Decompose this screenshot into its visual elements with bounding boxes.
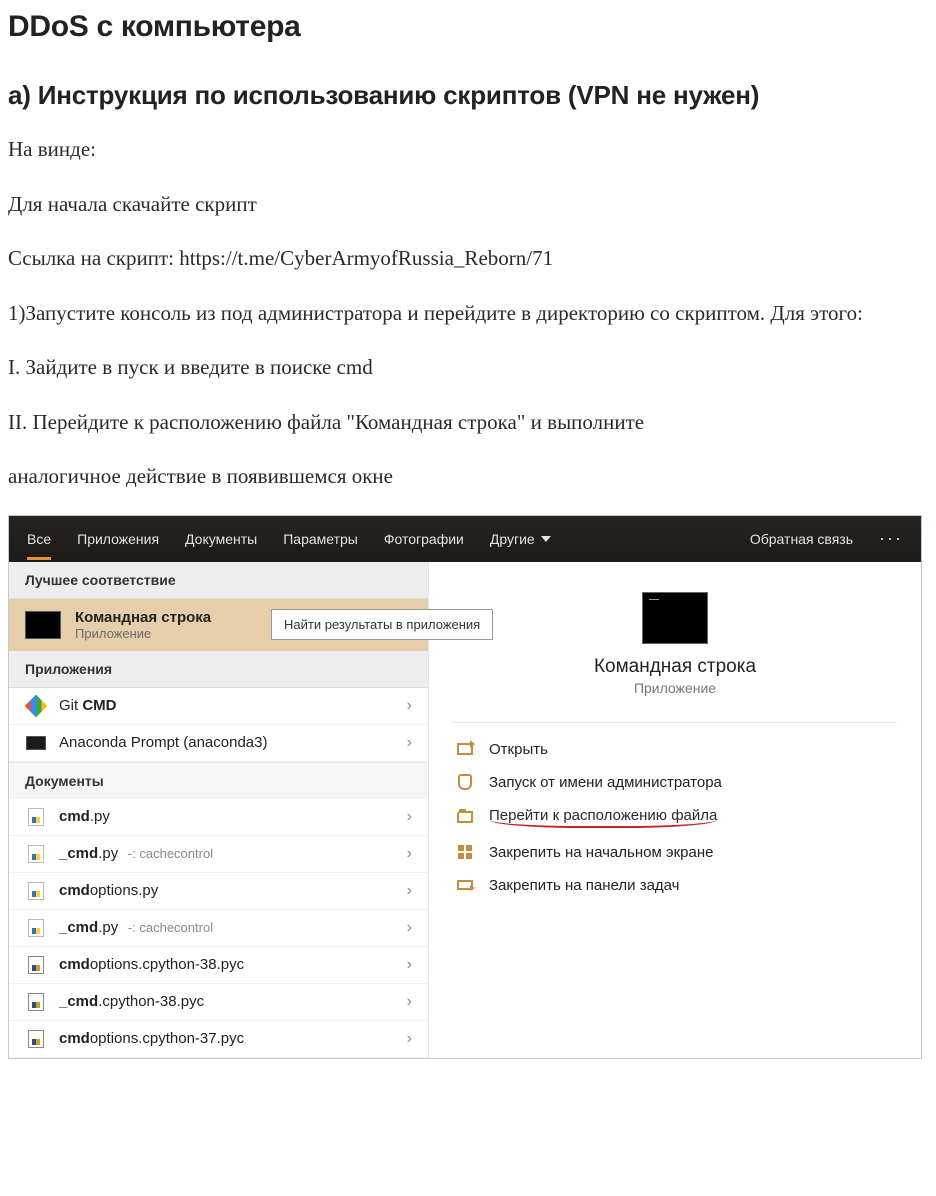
app-row-git-cmd[interactable]: Git CMD › — [9, 688, 428, 725]
search-tab-bar: Все Приложения Документы Параметры Фотог… — [9, 516, 921, 562]
paragraph: 1)Запустите консоль из под администратор… — [8, 297, 928, 330]
preview-block: Командная строка Приложение — [453, 592, 897, 696]
windows-search-window: Все Приложения Документы Параметры Фотог… — [8, 515, 922, 1059]
open-icon — [457, 743, 473, 755]
search-body: Лучшее соответствие Командная строка При… — [9, 562, 921, 1058]
doc-row[interactable]: _cmd.py -: cachecontrol› — [9, 910, 428, 947]
tab-other[interactable]: Другие — [490, 531, 551, 547]
python-file-icon — [28, 845, 44, 863]
python-file-icon — [28, 808, 44, 826]
cmd-icon — [642, 592, 708, 644]
app-row-anaconda[interactable]: Anaconda Prompt (anaconda3) › — [9, 725, 428, 762]
doc-row[interactable]: _cmd.py -: cachecontrol› — [9, 836, 428, 873]
paragraph: аналогичное действие в появившемся окне — [8, 460, 928, 493]
doc-row[interactable]: cmdoptions.py› — [9, 873, 428, 910]
chevron-right-icon: › — [407, 808, 412, 826]
apps-header: Приложения — [9, 651, 428, 688]
best-match-title: Командная строка — [75, 609, 211, 626]
doc-row[interactable]: cmdoptions.cpython-38.pyc› — [9, 947, 428, 984]
shield-icon — [458, 774, 472, 790]
feedback-link[interactable]: Обратная связь — [750, 531, 853, 547]
paragraph: Для начала скачайте скрипт — [8, 188, 928, 221]
chevron-right-icon: › — [407, 919, 412, 937]
paragraph: На винде: — [8, 133, 928, 166]
chevron-right-icon: › — [407, 956, 412, 974]
tab-apps[interactable]: Приложения — [77, 531, 159, 547]
more-icon[interactable]: ··· — [879, 528, 903, 549]
folder-icon — [457, 811, 473, 823]
paragraph: II. Перейдите к расположению файла "Кома… — [8, 406, 928, 439]
preview-column: Командная строка Приложение Открыть Запу… — [429, 562, 921, 1058]
tab-photos[interactable]: Фотографии — [384, 531, 464, 547]
tab-docs[interactable]: Документы — [185, 531, 257, 547]
chevron-right-icon: › — [407, 845, 412, 863]
article-h1: DDoS с компьютера — [8, 10, 928, 44]
preview-title: Командная строка — [453, 656, 897, 678]
action-run-as-admin[interactable]: Запуск от имени администратора — [453, 766, 897, 799]
git-icon — [25, 695, 48, 718]
best-match-row[interactable]: Командная строка Приложение Найти резуль… — [9, 599, 428, 651]
chevron-down-icon — [541, 536, 551, 542]
chevron-right-icon: › — [407, 697, 412, 715]
action-pin-to-taskbar[interactable]: Закрепить на панели задач — [453, 869, 897, 902]
action-goto-file-location[interactable]: Перейти к расположению файла — [453, 799, 897, 836]
action-pin-to-start[interactable]: Закрепить на начальном экране — [453, 836, 897, 869]
docs-header: Документы — [9, 762, 428, 799]
best-match-subtitle: Приложение — [75, 626, 211, 641]
chevron-right-icon: › — [407, 734, 412, 752]
tab-params[interactable]: Параметры — [283, 531, 358, 547]
chevron-right-icon: › — [407, 882, 412, 900]
pyc-file-icon — [28, 1030, 44, 1048]
doc-row[interactable]: cmdoptions.cpython-37.pyc› — [9, 1021, 428, 1058]
pyc-file-icon — [28, 956, 44, 974]
python-file-icon — [28, 919, 44, 937]
terminal-icon — [26, 736, 46, 750]
chevron-right-icon: › — [407, 993, 412, 1011]
action-open[interactable]: Открыть — [453, 733, 897, 766]
results-column: Лучшее соответствие Командная строка При… — [9, 562, 429, 1058]
search-tooltip: Найти результаты в приложения — [271, 609, 493, 640]
cmd-icon — [25, 611, 61, 639]
paragraph-link: Ссылка на скрипт: https://t.me/CyberArmy… — [8, 242, 928, 275]
article-h2: а) Инструкция по использованию скриптов … — [8, 80, 928, 111]
tab-all[interactable]: Все — [27, 531, 51, 560]
pin-taskbar-icon — [457, 880, 473, 890]
preview-subtitle: Приложение — [453, 680, 897, 696]
best-match-header: Лучшее соответствие — [9, 562, 428, 599]
python-file-icon — [28, 882, 44, 900]
paragraph: I. Зайдите в пуск и введите в поиске cmd — [8, 351, 928, 384]
chevron-right-icon: › — [407, 1030, 412, 1048]
doc-row[interactable]: _cmd.cpython-38.pyc› — [9, 984, 428, 1021]
doc-row[interactable]: cmd.py› — [9, 799, 428, 836]
pin-start-icon — [458, 845, 472, 859]
pyc-file-icon — [28, 993, 44, 1011]
